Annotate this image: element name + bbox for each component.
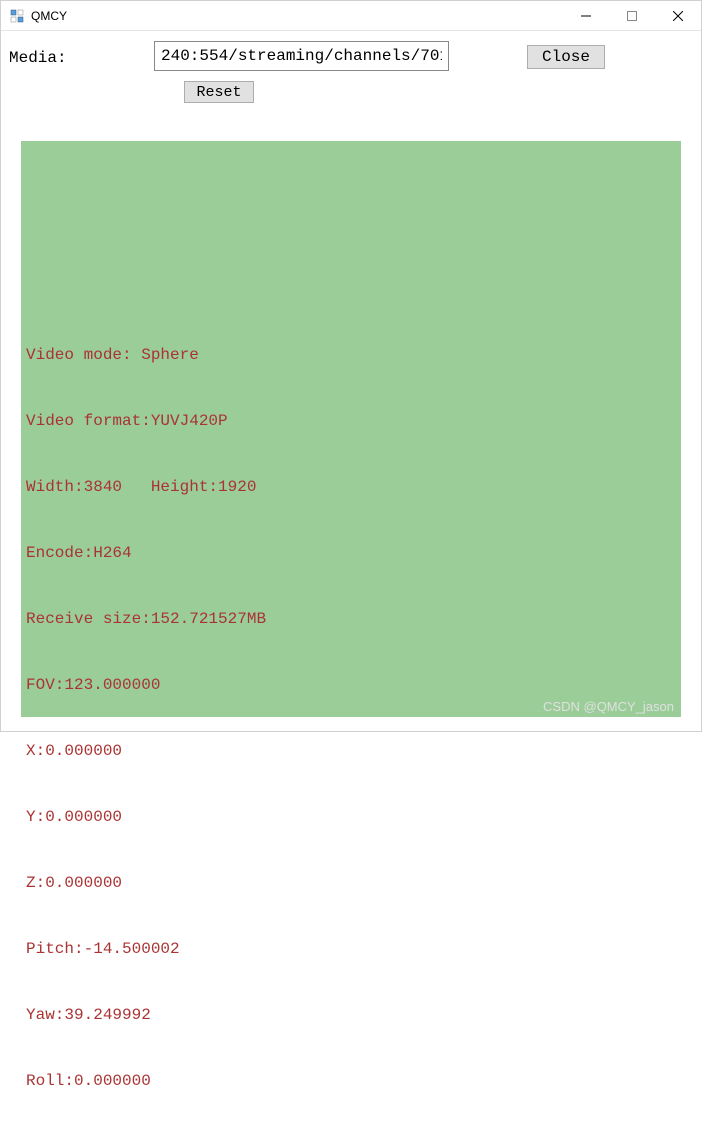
media-label: Media: — [9, 41, 154, 67]
media-input-column: Reset — [154, 41, 449, 103]
top-controls: Media: Reset Close — [9, 41, 693, 121]
stat-yaw: Yaw:39.249992 — [26, 1004, 266, 1026]
stat-video-format: Video format:YUVJ420P — [26, 410, 266, 432]
titlebar: QMCY — [1, 1, 701, 31]
reset-button[interactable]: Reset — [184, 81, 254, 103]
stat-pitch: Pitch:-14.500002 — [26, 938, 266, 960]
stat-x: X:0.000000 — [26, 740, 266, 762]
stat-z: Z:0.000000 — [26, 872, 266, 894]
window-controls — [563, 1, 701, 30]
stat-receive-size: Receive size:152.721527MB — [26, 608, 266, 630]
stats-overlay: Video mode: Sphere Video format:YUVJ420P… — [26, 300, 266, 1136]
close-button[interactable]: Close — [527, 45, 605, 69]
stat-encode: Encode:H264 — [26, 542, 266, 564]
content-area: Media: Reset Close Video mode: Sphere Vi… — [1, 31, 701, 737]
stat-y: Y:0.000000 — [26, 806, 266, 828]
watermark: CSDN @QMCY_jason — [543, 699, 674, 714]
media-input[interactable] — [154, 41, 449, 71]
stat-video-mode: Video mode: Sphere — [26, 344, 266, 366]
maximize-button[interactable] — [609, 1, 655, 30]
stat-fov: FOV:123.000000 — [26, 674, 266, 696]
window-title: QMCY — [31, 9, 67, 23]
video-panel: Video mode: Sphere Video format:YUVJ420P… — [21, 141, 681, 717]
stat-roll: Roll:0.000000 — [26, 1070, 266, 1092]
close-window-button[interactable] — [655, 1, 701, 30]
app-icon — [9, 8, 25, 24]
stat-dimensions: Width:3840 Height:1920 — [26, 476, 266, 498]
minimize-button[interactable] — [563, 1, 609, 30]
